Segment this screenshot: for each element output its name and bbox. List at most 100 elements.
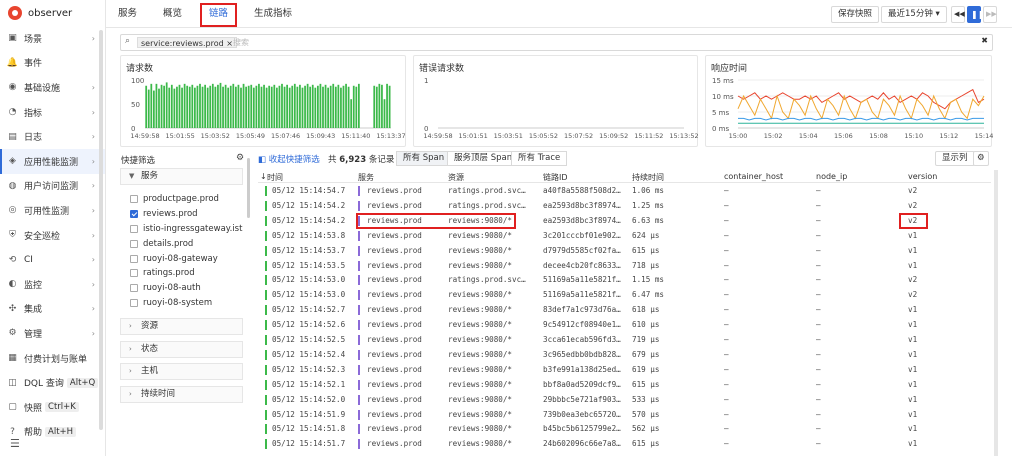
filter-option[interactable]: ruoyi-08-gateway <box>130 251 243 266</box>
cell-resource: reviews:9080/* <box>448 230 513 240</box>
segment-top-span[interactable]: 服务顶层 Span <box>447 151 520 166</box>
nav-item-6[interactable]: ◍ 用户访问监测 › <box>0 174 105 199</box>
table-row[interactable]: 05/12 15:14:53.7 reviews.prod reviews:9080… <box>258 244 991 259</box>
nav-item-12[interactable]: ⚙ 管理 › <box>0 321 105 346</box>
table-row[interactable]: 05/12 15:14:52.1 reviews.prod reviews:9080… <box>258 378 991 393</box>
show-columns-button[interactable]: 显示列 <box>935 151 975 166</box>
table-row[interactable]: 05/12 15:14:52.5 reviews.prod reviews:9080… <box>258 333 991 348</box>
chevron-right-icon: › <box>91 279 95 289</box>
logo[interactable]: observer <box>0 0 105 26</box>
table-row[interactable]: 05/12 15:14:54.2 reviews.prod ratings.prod… <box>258 199 991 214</box>
checkbox[interactable] <box>130 195 138 204</box>
table-scrollbar[interactable] <box>994 170 998 456</box>
table-row[interactable]: 05/12 15:14:53.0 reviews.prod reviews:9080… <box>258 288 991 303</box>
tab-generate-metrics[interactable]: 生成指标 <box>254 0 292 28</box>
nav-item-4[interactable]: ▤ 日志 › <box>0 124 105 149</box>
cell-container-host: – <box>724 439 729 449</box>
column-header[interactable]: node_ip <box>816 172 847 181</box>
tab-service[interactable]: 服务 <box>118 0 137 28</box>
y-tick-label: 10 ms <box>712 93 734 101</box>
table-row[interactable]: 05/12 15:14:52.7 reviews.prod reviews:9080… <box>258 303 991 318</box>
bar <box>299 84 301 128</box>
cell-service: reviews.prod <box>367 394 422 404</box>
nav-item-3[interactable]: ◔ 指标 › <box>0 100 105 125</box>
table-row[interactable]: 05/12 15:14:52.4 reviews.prod reviews:9080… <box>258 348 991 363</box>
table-row[interactable]: 05/12 15:14:53.5 reviews.prod reviews:9080… <box>258 259 991 274</box>
filter-option[interactable]: istio-ingressgateway.istio-sys <box>130 222 243 237</box>
table-row[interactable]: 05/12 15:14:53.8 reviews.prod reviews:9080… <box>258 229 991 244</box>
chevron-right-icon: › <box>91 107 95 117</box>
checkbox[interactable] <box>130 239 138 248</box>
filter-option[interactable]: ruoyi-08-system <box>130 296 243 311</box>
filter-tag[interactable]: service:reviews.prod × <box>137 37 237 48</box>
nav-scrollbar[interactable] <box>99 30 103 430</box>
filter-option[interactable]: reviews.prod <box>130 207 243 222</box>
filter-group[interactable]: › 持续时间 <box>120 385 243 403</box>
save-snapshot-button[interactable]: 保存快照 <box>831 6 880 23</box>
nav-item-15[interactable]: ▢ 快照 Ctrl+K <box>0 395 105 420</box>
checkbox[interactable] <box>130 224 138 233</box>
filter-group[interactable]: › 状态 <box>120 340 243 358</box>
nav-item-14[interactable]: ◫ DQL 查询 Alt+Q <box>0 370 105 395</box>
collapse-icon[interactable]: ☰ <box>10 437 20 450</box>
table-row[interactable]: 05/12 15:14:52.0 reviews.prod reviews:9080… <box>258 393 991 408</box>
filter-group[interactable]: › 主机 <box>120 363 243 380</box>
search-input[interactable]: 搜索 <box>233 37 249 48</box>
nav-item-label: DQL 查询 <box>24 379 64 390</box>
nav-item-11[interactable]: ✣ 集成 › <box>0 297 105 322</box>
table-settings-button[interactable]: ⚙ <box>973 151 989 166</box>
snapshot-icon: ▢ <box>8 402 17 413</box>
nav-item-9[interactable]: ⟲ CI › <box>0 247 105 272</box>
filter-option[interactable]: ruoyi-08-auth <box>130 281 243 296</box>
filter-group[interactable]: › 资源 <box>120 318 243 335</box>
search-bar[interactable]: ⌕ service:reviews.prod × 搜索 ✖ <box>120 34 993 51</box>
nav-item-1[interactable]: 🔔 事件 <box>0 51 105 76</box>
filter-option[interactable]: ratings.prod <box>130 266 243 281</box>
nav-item-2[interactable]: ◉ 基础设施 › <box>0 75 105 100</box>
checkbox[interactable] <box>130 284 138 293</box>
checkbox[interactable] <box>130 210 138 219</box>
nav-item-8[interactable]: ⛨ 安全巡检 › <box>0 223 105 248</box>
chevron-right-icon: › <box>129 389 132 398</box>
checkbox[interactable] <box>130 269 138 278</box>
table-row[interactable]: 05/12 15:14:51.8 reviews.prod reviews:9080… <box>258 422 991 437</box>
filter-scrollbar[interactable] <box>247 158 250 218</box>
filter-option[interactable]: productpage.prod <box>130 192 243 207</box>
sort-desc-icon[interactable]: ↓ <box>260 172 267 181</box>
table-row[interactable]: 05/12 15:14:52.6 reviews.prod reviews:9080… <box>258 318 991 333</box>
segment-all-trace[interactable]: 所有 Trace <box>511 151 568 166</box>
filter-group-service[interactable]: ▼ 服务 <box>120 168 243 185</box>
forward-button[interactable]: ▶▶ <box>983 6 997 23</box>
tab-overview[interactable]: 概览 <box>163 0 182 28</box>
segment-all-span[interactable]: 所有 Span <box>396 151 452 166</box>
checkbox[interactable] <box>130 298 138 307</box>
nav-item-0[interactable]: ▣ 场景 › <box>0 26 105 51</box>
series-line <box>737 94 985 120</box>
table-row[interactable]: 05/12 15:14:54.7 reviews.prod ratings.prod… <box>258 184 991 199</box>
nav-item-5[interactable]: ◈ 应用性能监测 › <box>0 148 105 174</box>
nav-item-10[interactable]: ◐ 监控 › <box>0 272 105 297</box>
filter-option[interactable]: details.prod <box>130 236 243 251</box>
clear-icon[interactable]: ✖ <box>981 36 988 45</box>
column-header[interactable]: version <box>908 172 937 181</box>
collapse-filter-button[interactable]: ◧ 收起快捷筛选 <box>258 153 320 165</box>
bar <box>375 86 378 128</box>
close-icon[interactable]: × <box>226 39 233 48</box>
bar <box>209 85 212 128</box>
checkbox[interactable] <box>130 254 138 263</box>
pause-button[interactable]: ❚❚ <box>967 6 984 23</box>
nav-item-13[interactable]: ▦ 付费计划与账单 <box>0 346 105 371</box>
bar <box>270 86 273 128</box>
time-range-select[interactable]: 最近15分钟 ▾ <box>881 6 947 23</box>
table-row[interactable]: 05/12 15:14:53.0 reviews.prod ratings.prod… <box>258 273 991 288</box>
table-row[interactable]: 05/12 15:14:51.9 reviews.prod reviews:9080… <box>258 408 991 423</box>
gear-icon[interactable]: ⚙ <box>236 153 244 163</box>
table-row[interactable]: 05/12 15:14:52.3 reviews.prod reviews:9080… <box>258 363 991 378</box>
nav-item-7[interactable]: ◎ 可用性监测 › <box>0 198 105 223</box>
cell-service: reviews.prod <box>367 230 422 240</box>
table-row[interactable]: 05/12 15:14:51.7 reviews.prod reviews:9080… <box>258 437 991 452</box>
cell-container-host: – <box>724 215 729 225</box>
bar <box>275 87 278 128</box>
rewind-button[interactable]: ◀◀ <box>951 6 965 23</box>
column-header[interactable]: container_host <box>724 172 783 181</box>
